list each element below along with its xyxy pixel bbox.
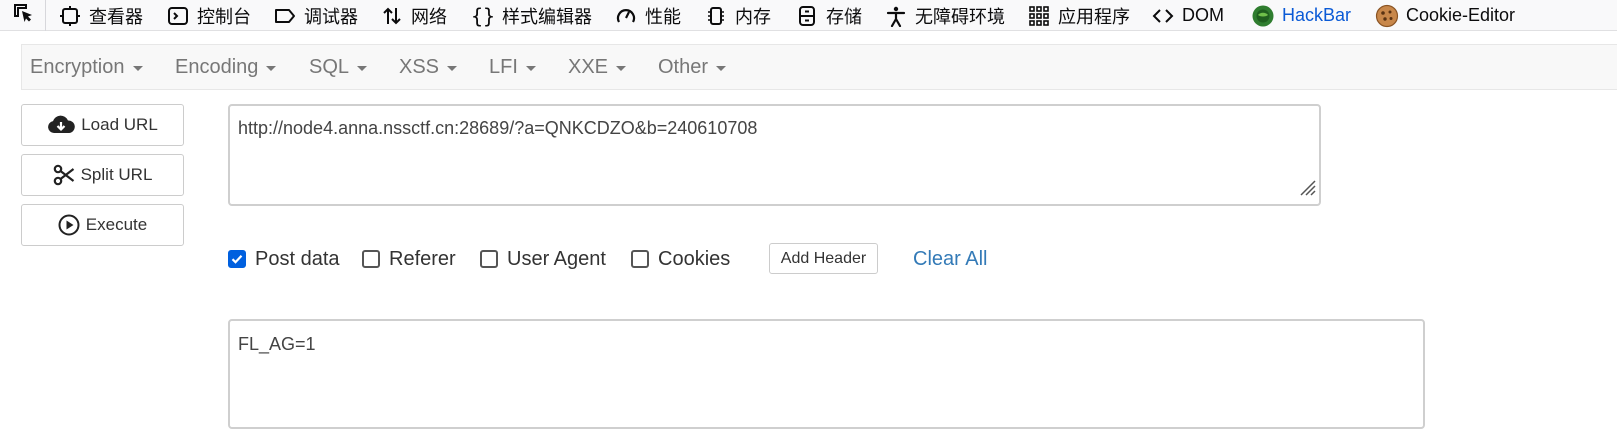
cookies-checkbox[interactable]: Cookies	[631, 244, 730, 274]
inspector-icon	[58, 4, 82, 28]
hackbar-icon	[1251, 4, 1275, 28]
caret-down-icon	[447, 65, 458, 71]
execute-label: Execute	[85, 215, 148, 234]
load-url-label: Load URL	[81, 115, 158, 134]
caret-down-icon	[132, 65, 143, 71]
accessibility-icon	[884, 4, 908, 28]
menu-label: Encoding	[175, 55, 259, 78]
post-data-label: Post data	[255, 247, 340, 270]
user-agent-label: User Agent	[507, 247, 606, 270]
url-value: http://node4.anna.nssctf.cn:28689/?a=QNK…	[238, 118, 758, 138]
tab-label: 性能	[645, 6, 681, 27]
network-icon	[380, 4, 404, 28]
caret-down-icon	[357, 65, 368, 71]
tab-label: DOM	[1182, 5, 1224, 25]
tab-storage[interactable]: 存储	[795, 0, 862, 31]
menu-encryption[interactable]: Encryption	[30, 45, 143, 89]
add-header-button[interactable]: Add Header	[769, 243, 878, 274]
cookies-label: Cookies	[658, 247, 731, 270]
tab-memory[interactable]: 内存	[704, 0, 771, 31]
tab-hackbar[interactable]: HackBar	[1251, 0, 1351, 31]
cloud-download-icon	[47, 114, 75, 136]
load-url-button[interactable]: Load URL	[21, 104, 184, 146]
menu-label: Other	[658, 55, 709, 78]
menu-sql[interactable]: SQL	[309, 45, 368, 89]
devtools-toolbar: 查看器 控制台 调试器 网络 {} 样式编辑器 性能 内存 存储 无障碍环境 应…	[0, 0, 1617, 31]
tab-label: 调试器	[304, 6, 358, 27]
performance-icon	[614, 4, 638, 28]
tab-style-editor[interactable]: {} 样式编辑器	[471, 0, 592, 31]
element-picker-button[interactable]	[0, 0, 46, 31]
tab-label: 内存	[735, 6, 771, 27]
menu-other[interactable]: Other	[658, 45, 727, 89]
checkbox-checked-icon	[228, 250, 246, 268]
application-icon	[1027, 4, 1051, 28]
debugger-icon	[273, 4, 297, 28]
tab-performance[interactable]: 性能	[614, 0, 681, 31]
dom-icon	[1151, 4, 1175, 28]
menu-xxe[interactable]: XXE	[568, 45, 627, 89]
url-input[interactable]: http://node4.anna.nssctf.cn:28689/?a=QNK…	[228, 104, 1321, 206]
tab-network[interactable]: 网络	[380, 0, 447, 31]
tab-label: 网络	[411, 6, 447, 27]
tab-label: 查看器	[89, 6, 143, 27]
storage-icon	[795, 4, 819, 28]
caret-down-icon	[716, 65, 727, 71]
user-agent-checkbox[interactable]: User Agent	[480, 244, 606, 274]
menu-label: XXE	[568, 55, 609, 78]
tab-accessibility[interactable]: 无障碍环境	[884, 0, 1005, 31]
checkbox-unchecked-icon	[631, 250, 649, 268]
post-data-input[interactable]: FL_AG=1	[228, 319, 1425, 429]
caret-down-icon	[616, 65, 627, 71]
tab-debugger[interactable]: 调试器	[273, 0, 358, 31]
memory-icon	[704, 4, 728, 28]
menu-encoding[interactable]: Encoding	[175, 45, 277, 89]
tab-inspector[interactable]: 查看器	[58, 0, 143, 31]
element-picker-icon	[12, 2, 34, 29]
tab-application[interactable]: 应用程序	[1027, 0, 1130, 31]
resize-handle-icon[interactable]	[1297, 177, 1317, 202]
tab-label: Cookie-Editor	[1406, 5, 1516, 25]
execute-button[interactable]: Execute	[21, 204, 184, 246]
tab-label: HackBar	[1282, 5, 1352, 25]
post-data-checkbox[interactable]: Post data	[228, 244, 340, 274]
tab-label: 应用程序	[1058, 6, 1130, 27]
checkbox-unchecked-icon	[362, 250, 380, 268]
menu-label: Encryption	[30, 55, 125, 78]
checkbox-unchecked-icon	[480, 250, 498, 268]
tab-console[interactable]: 控制台	[166, 0, 251, 31]
play-circle-icon	[58, 214, 80, 236]
split-url-label: Split URL	[80, 165, 153, 184]
tab-label: 存储	[826, 6, 862, 27]
tab-dom[interactable]: DOM	[1151, 0, 1224, 31]
menu-label: LFI	[489, 55, 518, 78]
caret-down-icon	[266, 65, 277, 71]
caret-down-icon	[525, 65, 536, 71]
scissors-icon	[53, 164, 75, 186]
clear-all-link[interactable]: Clear All	[913, 244, 987, 274]
menu-label: XSS	[399, 55, 440, 78]
console-icon	[166, 4, 190, 28]
menu-label: SQL	[309, 55, 350, 78]
tab-label: 样式编辑器	[502, 6, 592, 27]
cookie-icon	[1375, 4, 1399, 28]
referer-checkbox[interactable]: Referer	[362, 244, 456, 274]
tab-label: 控制台	[197, 6, 251, 27]
post-data-value: FL_AG=1	[238, 334, 316, 354]
split-url-button[interactable]: Split URL	[21, 154, 184, 196]
tab-cookie-editor[interactable]: Cookie-Editor	[1375, 0, 1515, 31]
menu-lfi[interactable]: LFI	[489, 45, 536, 89]
referer-label: Referer	[389, 247, 456, 270]
tab-label: 无障碍环境	[915, 6, 1005, 27]
menu-xss[interactable]: XSS	[399, 45, 458, 89]
style-editor-icon: {}	[470, 3, 496, 28]
hackbar-menu-bar: Encryption Encoding SQL XSS LFI XXE Othe…	[21, 44, 1617, 90]
